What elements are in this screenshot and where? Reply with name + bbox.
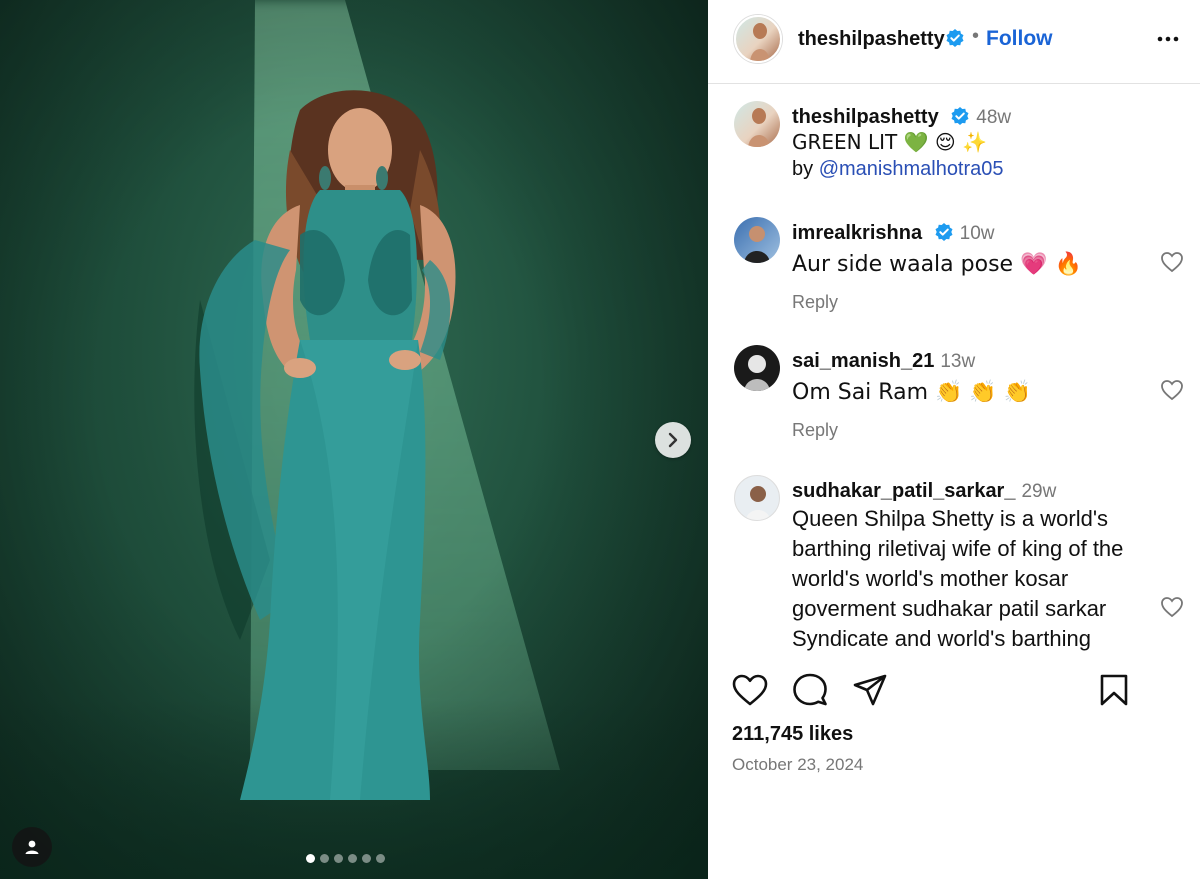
author-avatar[interactable]: [734, 15, 782, 63]
comment-time[interactable]: 13w: [940, 351, 975, 372]
reply-button[interactable]: Reply: [792, 292, 838, 313]
bookmark-icon[interactable]: [1098, 673, 1130, 707]
carousel-dot: [348, 854, 357, 863]
comment-text: Om Sai Ram 👏 👏 👏: [792, 380, 1032, 405]
carousel-dot: [334, 854, 343, 863]
caption-author[interactable]: theshilpashetty 48w: [792, 106, 1011, 129]
share-icon[interactable]: [852, 673, 888, 707]
more-options-icon[interactable]: [1155, 26, 1181, 52]
commenter-name[interactable]: sudhakar_patil_sarkar_: [792, 480, 1015, 502]
tagged-users-button[interactable]: [12, 827, 52, 867]
comment-text: Aur side waala pose 💗 🔥: [792, 252, 1082, 277]
heart-icon[interactable]: [1160, 251, 1184, 273]
verified-badge-icon: [951, 107, 969, 126]
commenter-avatar[interactable]: [734, 475, 780, 521]
caption-credit: by @manishmalhotra05: [792, 156, 1157, 183]
user-tag-icon: [25, 840, 39, 854]
comment-text: Queen Shilpa Shetty is a world's barthin…: [792, 506, 1124, 651]
separator-dot: •: [972, 25, 980, 47]
follow-button[interactable]: Follow: [986, 27, 1053, 51]
post-actions-bar: [732, 673, 1192, 709]
commenter-username[interactable]: imrealkrishna 10w: [792, 222, 995, 245]
carousel-dot: [376, 854, 385, 863]
caption-by: by: [792, 158, 814, 180]
commenter-name[interactable]: sai_manish_21: [792, 350, 934, 372]
author-username[interactable]: theshilpashetty: [798, 28, 945, 51]
heart-icon[interactable]: [1160, 596, 1184, 618]
verified-badge-icon: [946, 29, 964, 47]
comment-icon[interactable]: [792, 673, 828, 707]
caption-author-name[interactable]: theshilpashetty: [792, 106, 939, 128]
carousel-dot: [320, 854, 329, 863]
post-date: October 23, 2024: [732, 755, 864, 774]
reply-button[interactable]: Reply: [792, 420, 838, 441]
commenter-username[interactable]: sai_manish_21 13w: [792, 350, 975, 373]
post-media[interactable]: [0, 0, 708, 879]
likes-count[interactable]: 211,745 likes: [732, 723, 853, 746]
caption-mention-link[interactable]: @manishmalhotra05: [819, 158, 1004, 180]
comment-time[interactable]: 29w: [1021, 481, 1056, 502]
verified-badge-icon: [935, 223, 953, 242]
chevron-right-icon: [668, 432, 678, 448]
commenter-username[interactable]: sudhakar_patil_sarkar_ 29w: [792, 480, 1056, 503]
post-header: theshilpashetty • Follow: [708, 0, 1200, 84]
heart-icon[interactable]: [1160, 379, 1184, 401]
carousel-indicator: [306, 854, 385, 863]
post-photo-figure: [194, 90, 456, 800]
commenter-avatar[interactable]: [734, 217, 780, 263]
post-detail-panel: theshilpashetty • Follow theshilpashetty…: [708, 0, 1200, 879]
commenter-name[interactable]: imrealkrishna: [792, 222, 922, 244]
comment-time[interactable]: 10w: [960, 223, 995, 244]
next-slide-button[interactable]: [655, 422, 691, 458]
caption-time[interactable]: 48w: [976, 107, 1011, 128]
author-avatar[interactable]: [734, 101, 780, 147]
heart-icon[interactable]: [732, 673, 768, 707]
caption-text: GREEN LIT 💚 😌 ✨ by @manishmalhotra05: [792, 129, 1157, 183]
carousel-dot: [362, 854, 371, 863]
carousel-dot: [306, 854, 315, 863]
caption-line: GREEN LIT 💚 😌 ✨: [792, 130, 987, 154]
commenter-avatar[interactable]: [734, 345, 780, 391]
